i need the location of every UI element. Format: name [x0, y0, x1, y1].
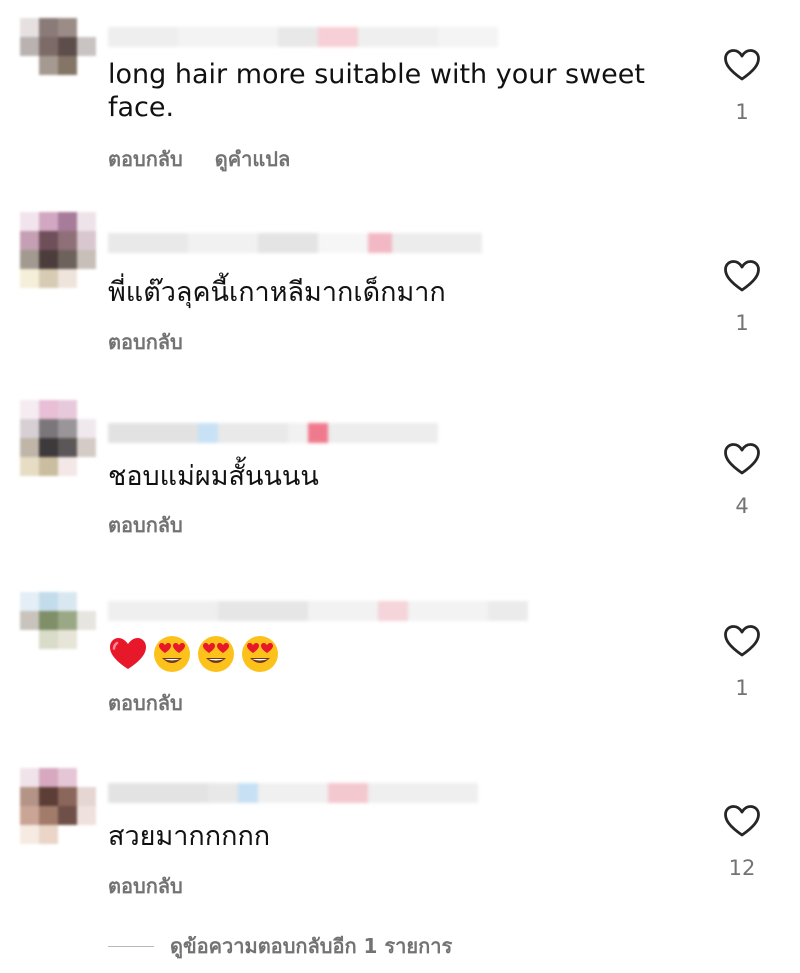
avatar[interactable]	[20, 212, 96, 288]
like-control: 1	[722, 624, 762, 700]
comment-text: พี่แต๊วลุคนี้เกาหลีมากเด็กมาก	[108, 277, 446, 308]
heart-outline-icon[interactable]	[723, 259, 761, 293]
heart-outline-icon[interactable]	[723, 624, 761, 658]
like-count: 1	[735, 311, 749, 335]
comment-actions: ตอบกลับ	[108, 509, 183, 541]
heart-eyes-emoji-icon	[154, 636, 190, 672]
avatar[interactable]	[20, 768, 96, 844]
like-count: 12	[728, 856, 756, 880]
username-blurred[interactable]	[108, 230, 482, 256]
reply-button[interactable]: ตอบกลับ	[108, 509, 183, 541]
like-control: 1	[722, 48, 762, 124]
red-heart-emoji-icon	[110, 638, 146, 669]
heart-outline-icon[interactable]	[723, 48, 761, 82]
avatar[interactable]	[20, 400, 96, 476]
more-replies-divider	[108, 945, 154, 947]
username-blurred[interactable]	[108, 24, 498, 50]
like-count: 1	[735, 100, 749, 124]
like-control: 12	[722, 804, 762, 880]
like-count: 1	[735, 676, 749, 700]
heart-outline-icon[interactable]	[723, 442, 761, 476]
username-blurred[interactable]	[108, 598, 528, 624]
username-blurred[interactable]	[108, 420, 438, 446]
reply-button[interactable]: ตอบกลับ	[108, 143, 183, 175]
more-replies-label: ดูข้อความตอบกลับอีก 1 รายการ	[170, 934, 453, 958]
comment-actions: ตอบกลับ ดูคำแปล	[108, 143, 290, 175]
view-more-replies-button[interactable]: ดูข้อความตอบกลับอีก 1 รายการ	[108, 930, 452, 962]
like-count: 4	[735, 494, 749, 518]
comment-actions: ตอบกลับ	[108, 687, 183, 719]
username-blurred[interactable]	[108, 780, 478, 806]
heart-eyes-emoji-icon	[242, 636, 278, 672]
comment-actions: ตอบกลับ	[108, 326, 183, 358]
emoji-row	[108, 634, 280, 674]
heart-eyes-emoji-icon	[198, 636, 234, 672]
reply-button[interactable]: ตอบกลับ	[108, 687, 183, 719]
comment-text: ชอบแม่ผมสั้นนนน	[108, 461, 319, 492]
reply-button[interactable]: ตอบกลับ	[108, 870, 183, 902]
like-control: 1	[722, 259, 762, 335]
comment-text: สวยมากกกกก	[108, 821, 271, 852]
see-translation-button[interactable]: ดูคำแปล	[215, 143, 290, 175]
heart-outline-icon[interactable]	[723, 804, 761, 838]
reply-button[interactable]: ตอบกลับ	[108, 326, 183, 358]
comment-actions: ตอบกลับ	[108, 870, 183, 902]
avatar[interactable]	[20, 18, 96, 94]
avatar[interactable]	[20, 592, 96, 668]
comment-text: long hair more suitable with your sweet …	[108, 59, 645, 123]
like-control: 4	[722, 442, 762, 518]
